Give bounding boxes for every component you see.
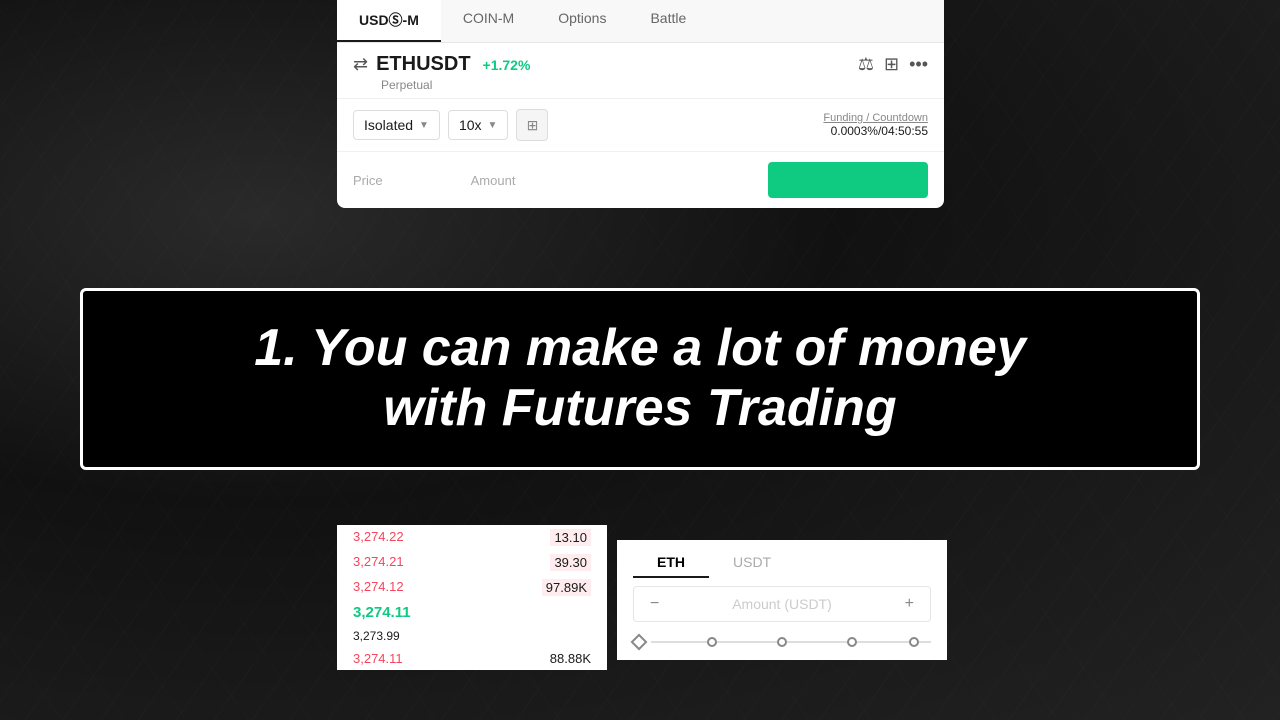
tab-options[interactable]: Options — [536, 0, 628, 42]
more-icon[interactable]: ••• — [909, 54, 928, 75]
funding-info: Funding / Countdown 0.0003%/04:50:55 — [823, 112, 928, 138]
buy-button[interactable] — [768, 162, 928, 198]
ob-mid-row: 3,274.11 — [337, 600, 607, 625]
slider-dot-4[interactable] — [909, 637, 919, 647]
tab-coinm[interactable]: COIN-M — [441, 0, 536, 42]
ob-mid-price: 3,274.11 — [353, 604, 411, 621]
leverage-dropdown[interactable]: 10x ▼ — [448, 110, 508, 140]
ob-price-3: 3,274.12 — [353, 579, 404, 596]
ob-sub-price: 3,273.99 — [353, 629, 400, 643]
grid-icon[interactable]: ⊞ — [884, 54, 899, 75]
asset-tab-usdt[interactable]: USDT — [709, 548, 795, 578]
ob-vol-2: 39.30 — [550, 554, 591, 571]
ob-vol-1: 13.10 — [550, 529, 591, 546]
tab-usdm[interactable]: USDⓈ-M — [337, 0, 441, 42]
leverage-arrow: ▼ — [488, 120, 498, 131]
ob-sub-row: 3,273.99 — [337, 625, 607, 647]
controls-row: Isolated ▼ 10x ▼ ⊞ Funding / Countdown 0… — [337, 99, 944, 152]
ob-row-last: 3,274.11 88.88K — [337, 647, 607, 670]
overlay-text-line1: 1. You can make a lot of money — [123, 319, 1157, 379]
ob-vol-3: 97.89K — [542, 579, 591, 596]
amount-row: − Amount (USDT) + — [633, 586, 931, 622]
margin-mode-dropdown[interactable]: Isolated ▼ — [353, 110, 440, 140]
ob-vol-last: 88.88K — [550, 651, 591, 666]
header-icons: ⚖ ⊞ ••• — [858, 54, 928, 75]
perpetual-label: Perpetual — [353, 78, 928, 98]
funding-value: 0.0003%/04:50:55 — [823, 124, 928, 138]
order-fields: Price Amount — [337, 152, 944, 208]
increment-button[interactable]: + — [901, 595, 918, 613]
adjust-icon[interactable]: ⚖ — [858, 54, 874, 75]
asset-tabs: ETH USDT — [633, 548, 931, 578]
slider-handle-start[interactable] — [631, 634, 648, 651]
slider-row[interactable] — [633, 632, 931, 652]
overlay-banner: 1. You can make a lot of money with Futu… — [80, 288, 1200, 470]
ob-price-1: 3,274.22 — [353, 529, 404, 546]
funding-label: Funding / Countdown — [823, 112, 928, 124]
slider-dot-3[interactable] — [847, 637, 857, 647]
ob-price-2: 3,274.21 — [353, 554, 404, 571]
ob-row-1: 3,274.22 13.10 — [337, 525, 607, 550]
ob-price-last: 3,274.11 — [353, 651, 403, 666]
trading-panel: USDⓈ-M COIN-M Options Battle ⇄ ETHUSDT +… — [337, 0, 944, 208]
tab-bar: USDⓈ-M COIN-M Options Battle — [337, 0, 944, 43]
asset-tab-eth[interactable]: ETH — [633, 548, 709, 578]
settings-icon-btn[interactable]: ⊞ — [516, 109, 548, 141]
swap-icon: ⇄ — [353, 54, 368, 75]
decrement-button[interactable]: − — [646, 595, 663, 613]
order-book-left: 3,274.22 13.10 3,274.21 39.30 3,274.12 9… — [337, 525, 607, 670]
pair-change: +1.72% — [483, 57, 531, 73]
slider-track[interactable] — [651, 641, 931, 643]
slider-dot-1[interactable] — [707, 637, 717, 647]
pair-name: ETHUSDT — [376, 53, 470, 76]
overlay-text-line2: with Futures Trading — [123, 379, 1157, 439]
amount-label: Amount — [471, 173, 516, 188]
amount-placeholder[interactable]: Amount (USDT) — [663, 596, 900, 612]
price-label: Price — [353, 173, 383, 188]
margin-mode-arrow: ▼ — [419, 120, 429, 131]
tab-battle[interactable]: Battle — [628, 0, 708, 42]
slider-dot-2[interactable] — [777, 637, 787, 647]
settings-icon: ⊞ — [527, 117, 539, 134]
ob-row-3: 3,274.12 97.89K — [337, 575, 607, 600]
ob-row-2: 3,274.21 39.30 — [337, 550, 607, 575]
trade-form-bottom: ETH USDT − Amount (USDT) + — [617, 540, 947, 660]
